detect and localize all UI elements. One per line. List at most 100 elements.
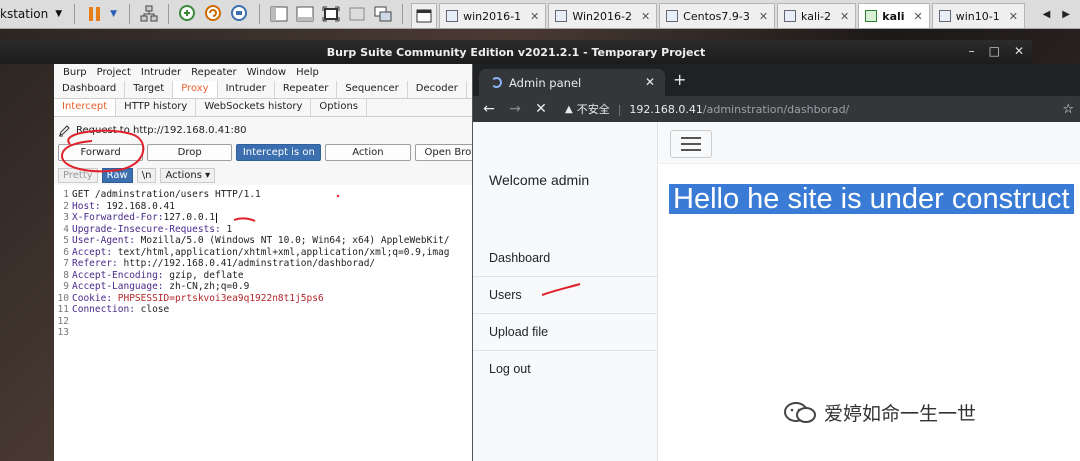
revert-snapshot-button[interactable]	[203, 3, 225, 25]
tab-repeater[interactable]: Repeater	[275, 81, 338, 98]
close-icon[interactable]: ✕	[1009, 10, 1018, 23]
toolbar-divider	[74, 4, 76, 24]
network-button[interactable]	[138, 3, 160, 25]
thumbnail-view-icon	[296, 6, 314, 22]
vm-tab[interactable]: win10-1 ✕	[931, 3, 1025, 28]
revert-icon	[205, 5, 222, 21]
forward-button[interactable]: Forward	[58, 143, 144, 161]
vm-icon	[666, 10, 679, 22]
forward-arrow-icon[interactable]: →	[509, 101, 521, 117]
intercept-toggle-button[interactable]: Intercept is on	[236, 143, 322, 161]
vm-tab[interactable]: Win2016-2 ✕	[548, 3, 658, 28]
toolbar-divider	[129, 4, 131, 24]
menu-repeater[interactable]: Repeater	[186, 67, 241, 78]
tab-proxy[interactable]: Proxy	[173, 81, 218, 98]
vm-tab-active[interactable]: kali ✕	[858, 3, 930, 28]
browser-window: Admin panel ✕ + ← → ✕ ▲ 不安全 | 192.168.0.…	[472, 64, 1080, 461]
fullscreen-button[interactable]	[320, 3, 342, 25]
vm-tab[interactable]: kali-2 ✕	[777, 3, 857, 28]
back-arrow-icon[interactable]: ←	[483, 101, 495, 117]
menu-project[interactable]: Project	[92, 67, 136, 78]
request-line: X-Forwarded-For:127.0.0.1	[72, 212, 450, 224]
tab-target[interactable]: Target	[125, 81, 174, 98]
tab-scroll-right-icon[interactable]: ▶	[1062, 9, 1070, 20]
tab-intruder[interactable]: Intruder	[218, 81, 275, 98]
tab-decoder[interactable]: Decoder	[408, 81, 467, 98]
hamburger-icon-line	[681, 149, 701, 151]
vm-tab-label: win10-1	[955, 9, 1000, 23]
chevron-down-icon: ▾	[205, 170, 211, 181]
newline-toggle[interactable]: \n	[136, 168, 157, 183]
hamburger-icon-line	[681, 143, 701, 145]
sidebar-item-upload-file[interactable]: Upload file	[473, 313, 658, 350]
snapshot-manager-button[interactable]	[229, 3, 251, 25]
stop-loading-icon[interactable]: ✕	[535, 101, 547, 117]
browser-tab-admin-panel[interactable]: Admin panel ✕	[479, 69, 665, 96]
vm-tab[interactable]: Centos7.9-3 ✕	[659, 3, 776, 28]
close-icon[interactable]: ✕	[645, 75, 655, 89]
tab-dashboard[interactable]: Dashboard	[54, 81, 126, 98]
header-name: Connection:	[72, 304, 135, 315]
snapshot-button[interactable]	[177, 3, 199, 25]
sidebar-view-button[interactable]	[268, 3, 290, 25]
tab-websockets-history[interactable]: WebSockets history	[196, 99, 312, 116]
pause-button[interactable]	[83, 3, 105, 25]
raw-tab[interactable]: Raw	[101, 168, 133, 183]
drop-button[interactable]: Drop	[147, 143, 233, 161]
request-line: Cookie: PHPSESSID=prtskvoi3ea9q1922n8t1j…	[72, 293, 450, 305]
vm-tab[interactable]: win2016-1 ✕	[439, 3, 547, 28]
address-bar[interactable]: ▲ 不安全 | 192.168.0.41 /adminstration/dash…	[565, 101, 849, 117]
close-icon[interactable]: ✕	[1014, 44, 1024, 58]
tab-sequencer[interactable]: Sequencer	[337, 81, 408, 98]
url-path: /adminstration/dashborad/	[702, 102, 850, 116]
unity-button[interactable]	[346, 3, 368, 25]
request-line-text: GET /adminstration/users HTTP/1.1	[72, 189, 261, 200]
new-tab-icon[interactable]: +	[673, 70, 686, 89]
minimize-icon[interactable]: –	[969, 44, 975, 58]
line-number: 3	[63, 212, 69, 223]
sidebar-item-dashboard[interactable]: Dashboard	[473, 239, 658, 276]
header-name: Upgrade-Insecure-Requests:	[72, 223, 221, 235]
console-view-button[interactable]	[372, 3, 394, 25]
menu-window[interactable]: Window	[242, 67, 291, 78]
thumbnail-view-button[interactable]	[294, 3, 316, 25]
request-text: GET /adminstration/users HTTP/1.1 Host: 1…	[72, 189, 450, 339]
line-number: 11	[57, 304, 69, 315]
close-icon[interactable]: ✕	[530, 10, 539, 23]
header-name: Referer:	[72, 258, 118, 269]
vm-tab-strip: win2016-1 ✕ Win2016-2 ✕ Centos7.9-3 ✕ ka…	[411, 0, 1027, 28]
menu-burp[interactable]: Burp	[58, 67, 92, 78]
sidebar-item-log-out[interactable]: Log out	[473, 350, 658, 387]
pretty-tab[interactable]: Pretty	[58, 168, 98, 183]
menu-help[interactable]: Help	[291, 67, 324, 78]
request-editor[interactable]: 1 2 3 4 5 6 7 8 9 10 11 12 13 GET /adminstration/use…	[54, 185, 474, 461]
message-editor-tabs: Pretty Raw \n Actions ▾	[54, 167, 474, 184]
tab-scroll-left-icon[interactable]: ◀	[1043, 9, 1051, 20]
vm-tab-label: kali	[882, 9, 905, 23]
tab-options[interactable]: Options	[311, 99, 367, 116]
dropdown-caret-icon[interactable]: ▼	[55, 9, 62, 19]
tab-intercept[interactable]: Intercept	[54, 99, 117, 116]
tab-http-history[interactable]: HTTP history	[116, 99, 197, 116]
request-line: Upgrade-Insecure-Requests: 1	[72, 224, 450, 236]
pause-dropdown-icon[interactable]: ▼	[110, 9, 117, 19]
close-icon[interactable]: ✕	[641, 10, 650, 23]
close-icon[interactable]: ✕	[759, 10, 768, 23]
sidebar-item-users[interactable]: Users	[473, 276, 658, 313]
burp-window-title: Burp Suite Community Edition v2021.2.1 -…	[326, 45, 706, 59]
actions-dropdown[interactable]: Actions ▾	[160, 168, 216, 183]
header-name: Cookie:	[72, 292, 113, 304]
browser-tab-title: Admin panel	[509, 75, 582, 90]
vm-library-tab[interactable]	[411, 3, 438, 28]
close-icon[interactable]: ✕	[914, 10, 923, 23]
close-icon[interactable]: ✕	[840, 10, 849, 23]
menu-toggle-button[interactable]	[670, 130, 712, 158]
action-button[interactable]: Action	[325, 143, 411, 161]
menu-intruder[interactable]: Intruder	[136, 67, 186, 78]
request-line: Connection: close	[72, 304, 450, 316]
header-value: zh-CN,zh;q=0.9	[163, 281, 250, 292]
maximize-icon[interactable]: □	[989, 44, 1000, 58]
bookmark-star-icon[interactable]: ☆	[1062, 102, 1074, 117]
line-number: 2	[63, 200, 69, 212]
open-browser-button[interactable]: Open Brow	[414, 143, 474, 161]
